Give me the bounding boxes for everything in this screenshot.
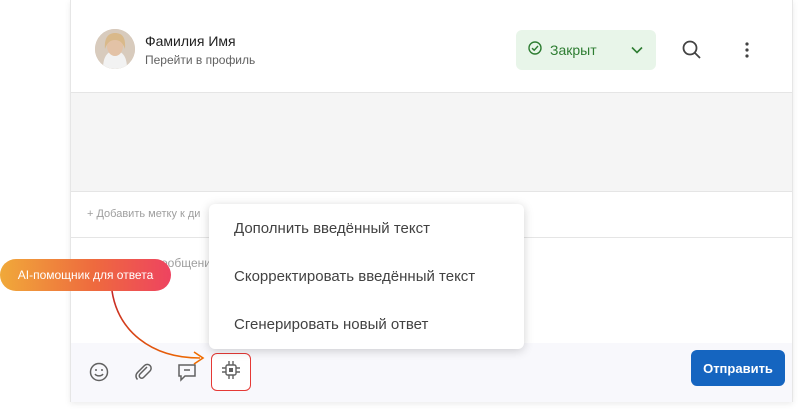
message-area	[71, 93, 792, 191]
ai-assistant-button[interactable]	[211, 353, 251, 391]
more-vertical-icon[interactable]	[735, 38, 759, 62]
ai-assistant-icon	[220, 359, 242, 386]
compose-toolbar: Отправить	[71, 343, 792, 402]
quick-reply-icon[interactable]	[175, 360, 199, 384]
search-icon[interactable]	[680, 38, 704, 62]
emoji-icon[interactable]	[87, 360, 111, 384]
chat-header: Фамилия Имя Перейти в профиль Закрыт	[71, 0, 792, 93]
check-circle-icon	[528, 40, 542, 60]
contact-name: Фамилия Имя	[145, 33, 236, 49]
add-tag-link[interactable]: + Добавить метку к ди	[87, 208, 200, 220]
ai-callout-label: AI-помощник для ответа	[0, 259, 171, 291]
paperclip-icon[interactable]	[131, 360, 155, 384]
menu-item-complete-text[interactable]: Дополнить введённый текст	[209, 204, 524, 252]
menu-item-generate-reply[interactable]: Сгенерировать новый ответ	[209, 300, 524, 348]
send-button[interactable]: Отправить	[691, 350, 785, 386]
status-dropdown[interactable]: Закрыт	[516, 30, 656, 70]
chevron-down-icon	[630, 43, 644, 62]
profile-link[interactable]: Перейти в профиль	[145, 53, 255, 67]
avatar[interactable]	[95, 29, 135, 69]
ai-menu: Дополнить введённый текст Скорректироват…	[209, 204, 524, 349]
status-label: Закрыт	[550, 42, 597, 58]
menu-item-correct-text[interactable]: Скорректировать введённый текст	[209, 252, 524, 300]
